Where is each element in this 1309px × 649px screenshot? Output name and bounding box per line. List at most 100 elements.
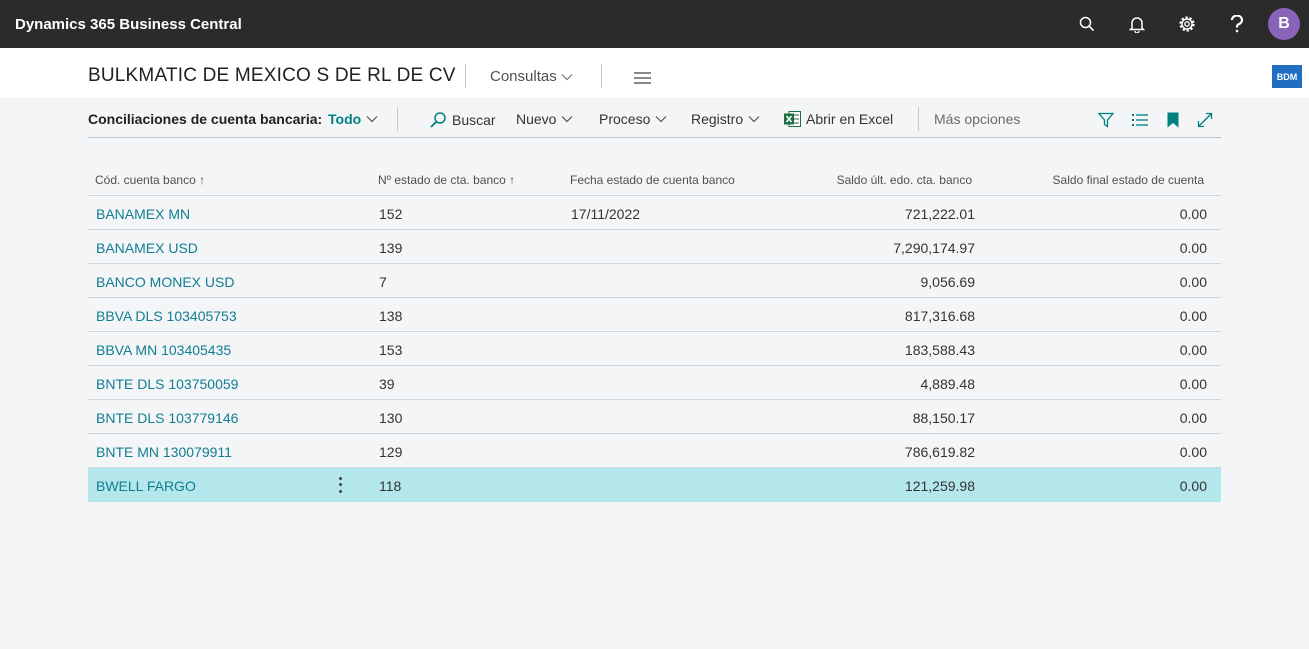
bank-code-link[interactable]: BNTE DLS 103750059	[96, 376, 238, 392]
search-icon	[430, 112, 446, 128]
table-row[interactable]: BBVA MN 103405435 153 183,588.43 0.00	[88, 332, 1221, 366]
column-header-ending-balance[interactable]: Saldo final estado de cuenta	[1053, 173, 1204, 187]
bank-code-link[interactable]: BNTE DLS 103779146	[96, 410, 238, 426]
column-header-statement-date[interactable]: Fecha estado de cuenta banco	[570, 173, 735, 187]
divider	[397, 107, 398, 131]
gear-icon[interactable]	[1162, 0, 1212, 48]
bank-code-link[interactable]: BBVA DLS 103405753	[96, 308, 237, 324]
divider	[918, 107, 919, 131]
divider	[465, 64, 466, 88]
table-row-selected[interactable]: BWELL FARGO 118 121,259.98 0.00	[88, 468, 1221, 502]
bank-code-link[interactable]: BANCO MONEX USD	[96, 274, 234, 290]
app-title[interactable]: Dynamics 365 Business Central	[15, 16, 242, 33]
app-bar: Dynamics 365 Business Central B	[0, 0, 1309, 48]
proceso-menu[interactable]: Proceso	[599, 111, 667, 127]
bookmark-icon[interactable]	[1162, 109, 1184, 131]
company-name: BULKMATIC DE MEXICO S DE RL DE CV	[88, 65, 456, 86]
company-badge[interactable]: BDM	[1272, 65, 1302, 88]
consultas-menu[interactable]: Consultas	[490, 68, 573, 85]
ending-balance: 0.00	[1179, 444, 1207, 460]
last-balance: 88,150.17	[912, 410, 975, 426]
consultas-label: Consultas	[490, 68, 557, 85]
last-balance: 721,222.01	[904, 206, 975, 222]
statement-no: 129	[379, 444, 403, 460]
table-row[interactable]: BNTE DLS 103750059 39 4,889.48 0.00	[88, 366, 1221, 400]
statement-no: 39	[379, 376, 395, 392]
ending-balance: 0.00	[1179, 206, 1207, 222]
statement-no: 152	[379, 206, 403, 222]
table-row[interactable]: BNTE DLS 103779146 130 88,150.17 0.00	[88, 400, 1221, 434]
chevron-down-icon	[562, 116, 573, 123]
page-caption: Conciliaciones de cuenta bancaria:	[88, 111, 323, 127]
last-balance: 4,889.48	[920, 376, 976, 392]
ending-balance: 0.00	[1179, 240, 1207, 256]
nuevo-label: Nuevo	[516, 111, 557, 127]
view-selector[interactable]: Todo	[328, 111, 378, 127]
statement-no: 138	[379, 308, 403, 324]
user-avatar[interactable]: B	[1268, 8, 1300, 40]
help-icon[interactable]	[1212, 0, 1262, 48]
last-balance: 9,056.69	[920, 274, 976, 290]
bank-code-link[interactable]: BBVA MN 103405435	[96, 342, 231, 358]
last-balance: 121,259.98	[904, 478, 975, 494]
table-row[interactable]: BANAMEX MN 152 17/11/2022 721,222.01 0.0…	[88, 196, 1221, 230]
row-actions-ellipsis-icon[interactable]	[334, 475, 346, 495]
bank-code-link[interactable]: BWELL FARGO	[96, 478, 196, 494]
more-options-button[interactable]: Más opciones	[934, 111, 1020, 127]
statement-no: 139	[379, 240, 403, 256]
ending-balance: 0.00	[1179, 308, 1207, 324]
sort-ascending-icon: ↑	[509, 173, 516, 187]
excel-icon	[784, 111, 801, 127]
statement-date: 17/11/2022	[571, 206, 641, 222]
registro-label: Registro	[691, 111, 744, 127]
open-in-excel-label: Abrir en Excel	[806, 111, 894, 127]
table-row[interactable]: BANAMEX USD 139 7,290,174.97 0.00	[88, 230, 1221, 264]
filter-icon[interactable]	[1095, 109, 1117, 131]
table-row[interactable]: BBVA DLS 103405753 138 817,316.68 0.00	[88, 298, 1221, 332]
bank-code-link[interactable]: BNTE MN 130079911	[96, 444, 232, 460]
ending-balance: 0.00	[1179, 376, 1207, 392]
column-header-statement-no[interactable]: Nº estado de cta. banco ↑	[378, 173, 515, 187]
ending-balance: 0.00	[1179, 410, 1207, 426]
registro-menu[interactable]: Registro	[691, 111, 760, 127]
ending-balance: 0.00	[1179, 478, 1207, 494]
search-icon[interactable]	[1062, 0, 1112, 48]
statement-no: 130	[379, 410, 403, 426]
hamburger-menu-icon[interactable]	[634, 71, 651, 89]
chevron-down-icon	[655, 116, 667, 123]
table-row[interactable]: BANCO MONEX USD 7 9,056.69 0.00	[88, 264, 1221, 298]
ending-balance: 0.00	[1179, 274, 1207, 290]
bank-reconciliation-list: Cód. cuenta banco ↑ Nº estado de cta. ba…	[88, 162, 1221, 502]
view-label: Todo	[328, 111, 362, 127]
last-balance: 786,619.82	[904, 444, 975, 460]
proceso-label: Proceso	[599, 111, 651, 127]
grid-header: Cód. cuenta banco ↑ Nº estado de cta. ba…	[88, 162, 1221, 196]
app-bar-icons: B	[1062, 0, 1309, 48]
divider	[601, 64, 602, 88]
bell-icon[interactable]	[1112, 0, 1162, 48]
sort-ascending-icon: ↑	[199, 173, 206, 187]
open-in-excel-button[interactable]: Abrir en Excel	[784, 111, 893, 127]
last-balance: 817,316.68	[904, 308, 975, 324]
table-row[interactable]: BNTE MN 130079911 129 786,619.82 0.00	[88, 434, 1221, 468]
chevron-down-icon	[561, 73, 573, 80]
action-bar: Conciliaciones de cuenta bancaria: Todo …	[88, 104, 1221, 138]
bank-code-link[interactable]: BANAMEX MN	[96, 206, 190, 222]
statement-no: 118	[379, 478, 402, 494]
list-icon[interactable]	[1129, 109, 1151, 131]
statement-no: 153	[379, 342, 403, 358]
search-button[interactable]: Buscar	[429, 111, 496, 129]
chevron-down-icon	[748, 116, 760, 123]
last-balance: 7,290,174.97	[893, 240, 975, 256]
bank-code-link[interactable]: BANAMEX USD	[96, 240, 198, 256]
last-balance: 183,588.43	[904, 342, 975, 358]
column-header-last-balance[interactable]: Saldo últ. edo. cta. banco	[837, 173, 972, 187]
search-label: Buscar	[452, 112, 496, 128]
nuevo-menu[interactable]: Nuevo	[516, 111, 573, 127]
chevron-down-icon	[366, 116, 378, 123]
page-header: BULKMATIC DE MEXICO S DE RL DE CV Consul…	[0, 48, 1309, 98]
ending-balance: 0.00	[1179, 342, 1207, 358]
expand-icon[interactable]	[1194, 109, 1216, 131]
statement-no: 7	[379, 274, 387, 290]
column-header-bank-code[interactable]: Cód. cuenta banco ↑	[95, 173, 205, 187]
